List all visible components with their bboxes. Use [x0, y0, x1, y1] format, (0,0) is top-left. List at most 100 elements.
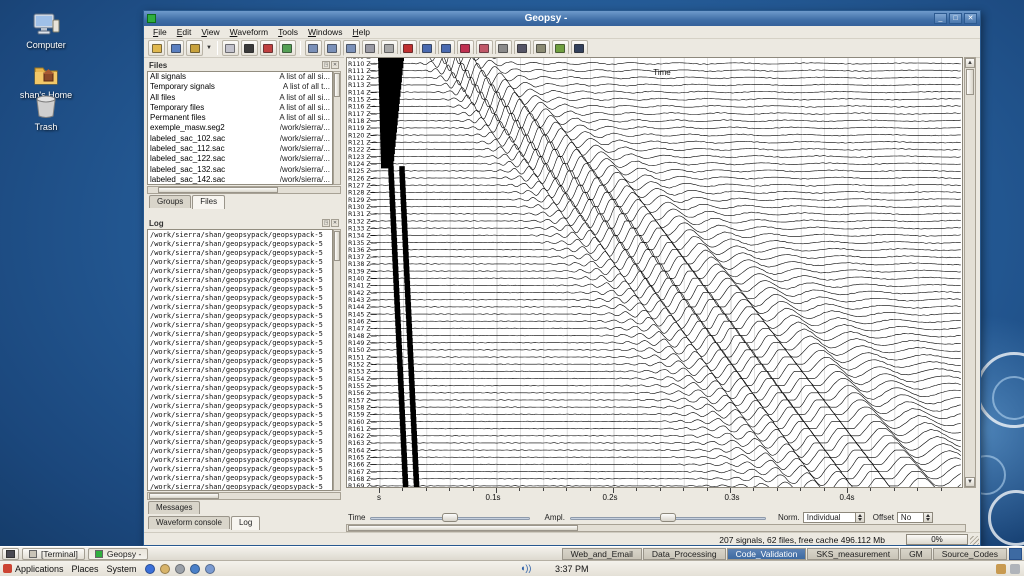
file-list-item[interactable]: labeled_sac_112.sac/work/sierra/... — [148, 144, 332, 154]
trace-label: R124 Z— — [348, 161, 377, 168]
tab-files[interactable]: Files — [192, 195, 225, 209]
menu-item-help[interactable]: Help — [347, 26, 374, 38]
log-output[interactable]: /work/sierra/shan/geopsypack/geopsypack-… — [147, 229, 333, 491]
menu-item-tools[interactable]: Tools — [273, 26, 303, 38]
file-list-item[interactable]: exemple_masw.seg2/work/sierra/... — [148, 123, 332, 133]
maximize-button[interactable]: □ — [949, 13, 962, 24]
desktop-icon-trash[interactable]: Trash — [6, 92, 86, 132]
files-list[interactable]: All signalsA list of all si...Temporary … — [147, 71, 333, 185]
scroll-thumb[interactable] — [348, 525, 578, 531]
toolbar-new-graphic-icon[interactable] — [241, 40, 258, 56]
file-list-item[interactable]: labeled_sac_142.sac/work/sierra/... — [148, 175, 332, 185]
seismic-trace — [370, 436, 961, 450]
waveform-vscrollbar[interactable]: ▲ ▼ — [964, 57, 976, 488]
scroll-up-icon[interactable]: ▲ — [965, 58, 975, 68]
file-desc: /work/sierra/... — [280, 134, 330, 144]
taskbar-window-geopsy[interactable]: Geopsy - — [88, 548, 149, 560]
help-icon[interactable] — [160, 564, 170, 574]
close-button[interactable]: ✕ — [964, 13, 977, 24]
workspace-gm[interactable]: GM — [900, 548, 932, 560]
trace-label: R136 Z— — [348, 247, 377, 254]
workspace-source_codes[interactable]: Source_Codes — [933, 548, 1007, 560]
workspace-pager[interactable] — [1009, 548, 1022, 560]
tab-groups[interactable]: Groups — [149, 195, 191, 208]
file-list-item[interactable]: labeled_sac_122.sac/work/sierra/... — [148, 154, 332, 164]
title-bar[interactable]: Geopsy - _ □ ✕ — [144, 11, 980, 26]
panel-menu-applications[interactable]: Applications — [3, 564, 64, 574]
file-list-item[interactable]: labeled_sac_132.sac/work/sierra/... — [148, 165, 332, 175]
scroll-thumb[interactable] — [334, 73, 340, 97]
volume-icon[interactable]: ◖)) — [520, 564, 529, 573]
workspace-sks_measurement[interactable]: SKS_measurement — [807, 548, 899, 560]
time-slider[interactable] — [370, 513, 530, 522]
slider-handle[interactable] — [660, 513, 676, 522]
log-hscrollbar[interactable] — [147, 492, 341, 500]
monitor-icon[interactable] — [190, 564, 200, 574]
files-hscrollbar[interactable] — [147, 186, 341, 194]
minimize-button[interactable]: _ — [934, 13, 947, 24]
window-list: [Terminal]Geopsy - — [22, 548, 151, 560]
file-list-item[interactable]: All signalsA list of all si... — [148, 72, 332, 82]
waveform-plot[interactable]: R109 Z—R110 Z—R111 Z—R112 Z—R113 Z—R114 … — [346, 57, 963, 488]
files-vscrollbar[interactable] — [333, 71, 341, 185]
norm-select[interactable]: Individual — [803, 512, 865, 523]
toolbar-save-icon[interactable] — [167, 40, 184, 56]
log-vscrollbar[interactable] — [333, 229, 341, 491]
workspace-code_validation[interactable]: Code_Validation — [727, 548, 807, 560]
geopsy-task-icon — [95, 550, 103, 558]
tab-log[interactable]: Log — [231, 516, 260, 530]
toolbar-new-map-icon[interactable] — [260, 40, 277, 56]
waveform-hscrollbar[interactable] — [346, 524, 966, 532]
tab-messages[interactable]: Messages — [148, 501, 200, 514]
toolbar-import-icon[interactable] — [186, 40, 203, 56]
float-panel-icon[interactable]: ◳ — [322, 219, 330, 227]
panel-menu-system[interactable]: System — [107, 564, 137, 574]
tools-icon[interactable] — [175, 564, 185, 574]
file-list-item[interactable]: Temporary signalsA list of all t... — [148, 82, 332, 92]
file-list-item[interactable]: Temporary filesA list of all si... — [148, 103, 332, 113]
menu-item-edit[interactable]: Edit — [172, 26, 197, 38]
file-list-item[interactable]: All filesA list of all si... — [148, 93, 332, 103]
workspace-web_and_email[interactable]: Web_and_Email — [562, 548, 642, 560]
offset-select[interactable]: No — [897, 512, 933, 523]
menu-item-windows[interactable]: Windows — [303, 26, 348, 38]
scroll-thumb[interactable] — [966, 69, 974, 95]
package-icon[interactable] — [205, 564, 215, 574]
float-panel-icon[interactable]: ◳ — [322, 61, 330, 69]
scroll-thumb[interactable] — [149, 493, 219, 499]
spinner-icon[interactable] — [923, 513, 932, 522]
menu-item-file[interactable]: File — [148, 26, 172, 38]
export-icon — [574, 44, 584, 53]
toolbar-spectrum-icon[interactable] — [324, 40, 341, 56]
desktop-icon-computer[interactable]: Computer — [6, 12, 86, 50]
trace-label: R150 Z— — [348, 347, 377, 354]
tray-icon[interactable] — [1010, 564, 1020, 574]
toolbar-amplitude-icon[interactable] — [305, 40, 322, 56]
dropdown-arrow-icon[interactable]: ▼ — [206, 45, 212, 51]
panel-menu-places[interactable]: Places — [72, 564, 99, 574]
file-list-item[interactable]: Permanent filesA list of all si... — [148, 113, 332, 123]
show-desktop-button[interactable] — [2, 548, 19, 560]
workspace-data_processing[interactable]: Data_Processing — [643, 548, 726, 560]
toolbar-new-chart-icon[interactable] — [279, 40, 296, 56]
resize-grip[interactable] — [970, 536, 979, 545]
ampl-slider[interactable] — [570, 513, 766, 522]
menu-item-view[interactable]: View — [196, 26, 224, 38]
menu-item-waveform[interactable]: Waveform — [225, 26, 273, 38]
spinner-icon[interactable] — [855, 513, 864, 522]
time-axis: s0.1s0.2s0.3s0.4s — [346, 488, 963, 510]
slider-handle[interactable] — [442, 513, 458, 522]
scroll-thumb[interactable] — [158, 187, 278, 193]
toolbar-open-icon[interactable] — [148, 40, 165, 56]
toolbar-new-table-icon[interactable] — [222, 40, 239, 56]
close-panel-icon[interactable]: ✕ — [331, 61, 339, 69]
taskbar-window-terminal[interactable]: [Terminal] — [22, 548, 85, 560]
close-panel-icon[interactable]: ✕ — [331, 219, 339, 227]
scroll-thumb[interactable] — [334, 231, 340, 261]
scroll-down-icon[interactable]: ▼ — [965, 477, 975, 487]
web-browser-icon[interactable] — [145, 564, 155, 574]
package-tray-icon[interactable] — [996, 564, 1006, 574]
tab-waveform-console[interactable]: Waveform console — [148, 516, 230, 529]
file-list-item[interactable]: labeled_sac_102.sac/work/sierra/... — [148, 134, 332, 144]
trace-label: R117 Z— — [348, 111, 377, 118]
